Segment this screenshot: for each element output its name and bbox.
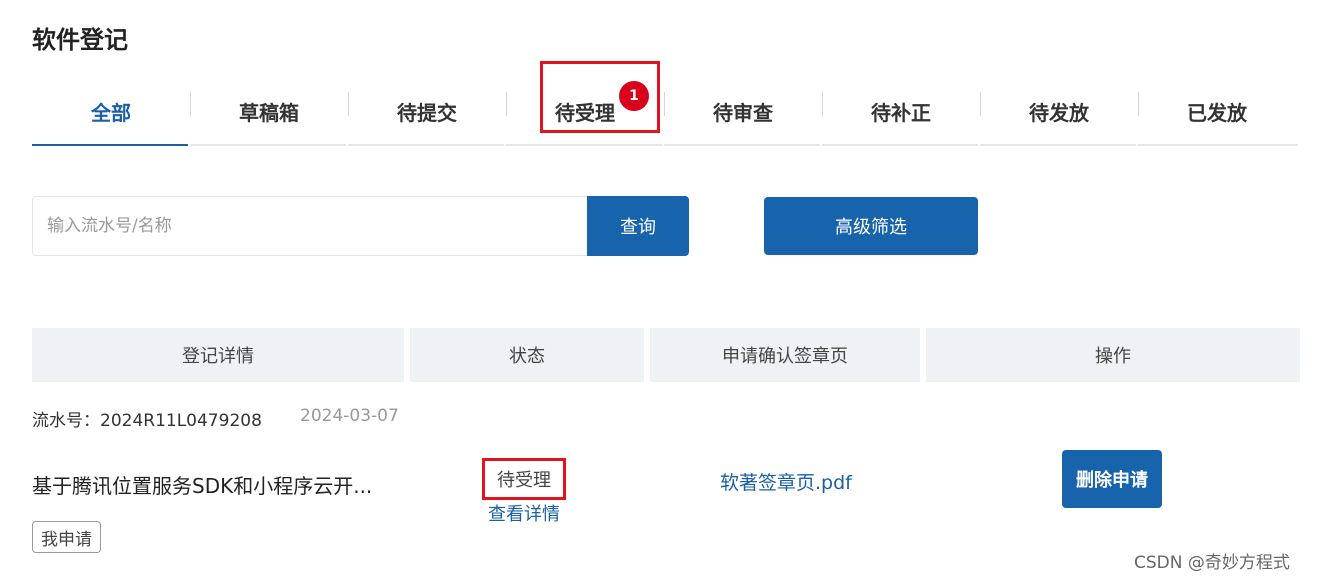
tab-to-submit[interactable]: 待提交: [348, 78, 506, 144]
tab-pending-issue[interactable]: 待发放: [980, 78, 1138, 144]
table-header-details: 登记详情: [32, 328, 404, 382]
watermark: CSDN @奇妙方程式: [1134, 553, 1290, 573]
tab-underline-active: [32, 144, 188, 146]
tab-underline: [190, 144, 346, 146]
status-badge: 待受理: [482, 458, 566, 500]
advanced-filter-button[interactable]: 高级筛选: [764, 197, 978, 255]
tab-pending-acceptance[interactable]: 待受理 1: [506, 78, 664, 144]
record-tag: 我申请: [32, 521, 101, 553]
tab-pending-correction[interactable]: 待补正: [822, 78, 980, 144]
tab-drafts[interactable]: 草稿箱: [190, 78, 348, 144]
search-button[interactable]: 查询: [587, 196, 689, 256]
record-date: 2024-03-07: [300, 406, 399, 426]
tab-underline: [664, 144, 820, 146]
tab-count-badge: 1: [619, 80, 649, 111]
tab-underline: [822, 144, 978, 146]
tab-underline: [1138, 144, 1298, 146]
search-input[interactable]: [32, 196, 588, 256]
record-name[interactable]: 基于腾讯位置服务SDK和小程序云开...: [32, 470, 372, 499]
tab-underline: [980, 144, 1136, 146]
tab-all[interactable]: 全部: [32, 78, 190, 144]
tab-underline: [348, 144, 504, 146]
tab-pending-acceptance-label: 待受理 1: [555, 80, 649, 126]
view-details-link[interactable]: 查看详情: [488, 500, 560, 526]
status-tabs: 全部 草稿箱 待提交 待受理 1 待审查 待补正 待发放 已发放: [32, 78, 1298, 148]
record-serial-number: 流水号：2024R11L0479208: [32, 411, 262, 431]
delete-application-button[interactable]: 删除申请: [1062, 450, 1162, 508]
page-title: 软件登记: [32, 26, 128, 54]
tab-pending-review[interactable]: 待审查: [664, 78, 822, 144]
table-header-status: 状态: [410, 328, 644, 382]
table-header-signature-page: 申请确认签章页: [650, 328, 920, 382]
signature-pdf-link[interactable]: 软著签章页.pdf: [720, 468, 852, 495]
tab-underline: [506, 144, 662, 146]
table-header-actions: 操作: [926, 328, 1300, 382]
tab-issued[interactable]: 已发放: [1138, 78, 1296, 144]
